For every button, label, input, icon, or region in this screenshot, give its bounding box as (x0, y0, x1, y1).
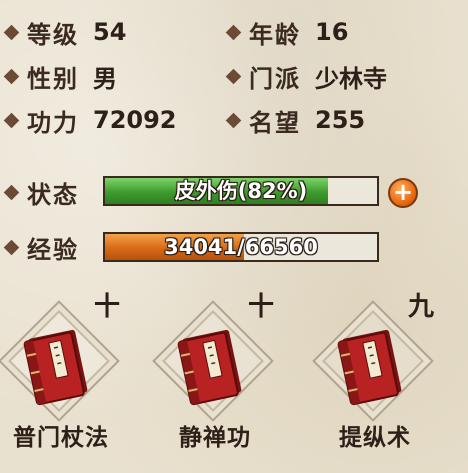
book-icon (337, 329, 402, 406)
skill-slot-3[interactable]: 九 提纵术 (310, 292, 440, 451)
diamond-bullet-icon (225, 24, 242, 40)
exp-bar: 34041/66560 (103, 232, 379, 262)
stat-power-value: 72092 (93, 106, 177, 134)
stat-gender-label: 性别 (27, 64, 79, 93)
diamond-bullet-icon (3, 68, 20, 84)
stat-gender-value: 男 (93, 64, 117, 93)
stat-level-label: 等级 (27, 20, 79, 49)
stat-level-value: 54 (93, 18, 127, 46)
exp-row: 经验 (0, 229, 79, 265)
diamond-bullet-icon (225, 68, 242, 84)
stat-age: 年龄 16 (222, 14, 348, 50)
stat-fame-label: 名望 (249, 108, 301, 137)
skill-level: 十 (247, 292, 274, 322)
status-label: 状态 (27, 180, 79, 209)
stat-level: 等级 54 (0, 14, 126, 50)
stat-power: 功力 72092 (0, 102, 177, 138)
diamond-bullet-icon (3, 24, 20, 40)
stat-sect-value: 少林寺 (315, 64, 387, 93)
status-plus-button[interactable]: + (388, 178, 418, 208)
stat-sect: 门派 少林寺 (222, 58, 387, 94)
stat-age-value: 16 (315, 18, 349, 46)
skill-slot-2[interactable]: 十 静禅功 (150, 292, 280, 451)
stat-age-label: 年龄 (249, 20, 301, 49)
exp-bar-text: 34041/66560 (164, 235, 318, 259)
skill-slot-1[interactable]: 十 普门杖法 (0, 292, 126, 451)
diamond-bullet-icon (3, 112, 20, 128)
skill-name: 提纵术 (339, 425, 411, 451)
stat-fame: 名望 255 (222, 102, 365, 138)
skill-name: 静禅功 (179, 425, 251, 451)
stat-sect-label: 门派 (249, 64, 301, 93)
status-bar-text: 皮外伤(82%) (174, 179, 308, 203)
book-icon (177, 329, 242, 406)
stat-power-label: 功力 (27, 108, 79, 137)
diamond-bullet-icon (225, 112, 242, 128)
skill-level: 九 (407, 292, 434, 322)
skill-name: 普门杖法 (13, 425, 109, 451)
status-row: 状态 (0, 174, 79, 210)
stat-gender: 性别 男 (0, 58, 117, 94)
stat-fame-value: 255 (315, 106, 366, 134)
diamond-bullet-icon (3, 184, 20, 200)
skill-level: 十 (93, 292, 120, 322)
diamond-bullet-icon (3, 239, 20, 255)
book-icon (23, 329, 88, 406)
exp-label: 经验 (27, 235, 79, 264)
status-bar: 皮外伤(82%) (103, 176, 379, 206)
plus-icon: + (392, 178, 414, 206)
